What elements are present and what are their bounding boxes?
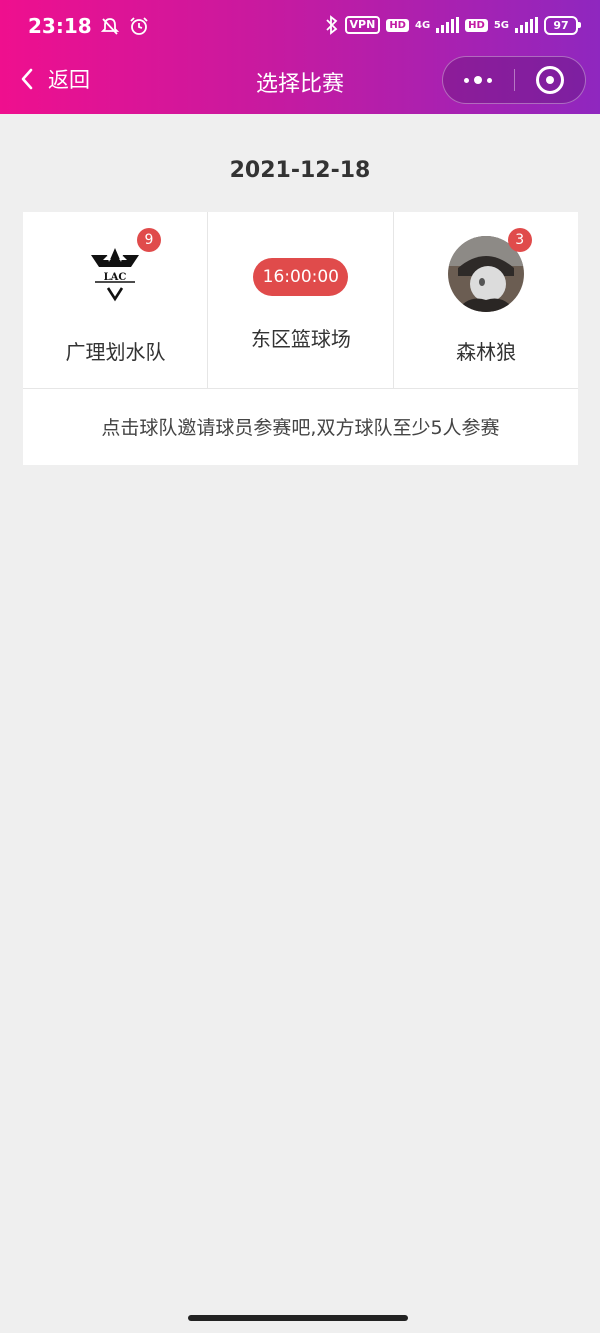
alarm-icon xyxy=(130,17,148,35)
status-time: 23:18 xyxy=(28,14,92,38)
match-venue: 东区篮球场 xyxy=(250,327,351,351)
vpn-indicator: VPN xyxy=(344,16,381,34)
bluetooth-icon xyxy=(325,15,337,35)
invite-hint: 点击球队邀请球员参赛吧,双方球队至少5人参赛 xyxy=(101,417,500,439)
battery-icon: 97 xyxy=(544,15,581,35)
more-dots-icon xyxy=(464,76,493,84)
match-time: 16:00:00 xyxy=(253,258,349,296)
match-info: 16:00:00 东区篮球场 xyxy=(207,212,394,388)
nav-bar: 返回 选择比赛 xyxy=(0,54,600,114)
away-team-name[interactable]: 森林狼 xyxy=(394,336,579,365)
hd-indicator-1: HD xyxy=(386,18,409,32)
away-player-count-badge: 3 xyxy=(507,228,532,252)
home-logo-text: LAC xyxy=(104,272,127,283)
away-team[interactable]: 3 森林狼 xyxy=(394,212,578,388)
signal-icon-2 xyxy=(515,17,538,33)
bell-off-icon xyxy=(100,18,119,35)
home-team-name[interactable]: 广理划水队 xyxy=(23,336,208,365)
target-icon xyxy=(535,66,564,94)
status-bar: 23:18 VPN HD 4G HD 5G 97 xyxy=(0,0,600,54)
signal-icon-1 xyxy=(436,17,460,33)
network-type-1: 4G xyxy=(414,19,431,31)
home-indicator[interactable] xyxy=(188,1315,408,1321)
top-bar: 23:18 VPN HD 4G HD 5G 97 返回 选择比赛 xyxy=(0,0,600,114)
match-row: LAC 9 广理划水队 16:00:00 东区篮球场 3 森林狼 xyxy=(23,212,578,389)
more-button[interactable] xyxy=(443,57,514,103)
home-team[interactable]: LAC 9 广理划水队 xyxy=(23,212,207,388)
miniprogram-capsule xyxy=(442,56,586,104)
match-date: 2021-12-18 xyxy=(229,158,371,183)
close-miniprogram-button[interactable] xyxy=(515,57,586,103)
home-player-count-badge: 9 xyxy=(137,228,161,252)
network-type-2: 5G xyxy=(493,19,509,31)
match-card: LAC 9 广理划水队 16:00:00 东区篮球场 3 森林狼 点击球队邀请球… xyxy=(23,212,578,465)
hd-indicator-2: HD xyxy=(465,18,488,32)
